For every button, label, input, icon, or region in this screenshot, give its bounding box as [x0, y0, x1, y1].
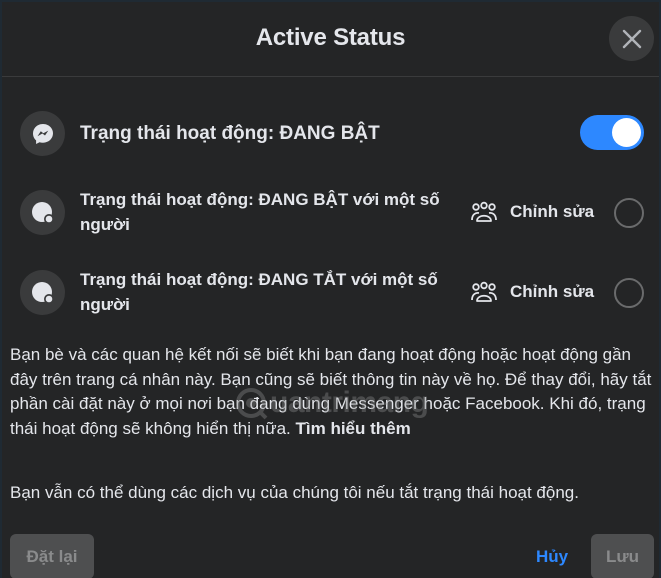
cancel-button[interactable]: Hủy — [527, 534, 577, 578]
radio-on-some-people[interactable] — [614, 198, 644, 228]
edit-label: Chỉnh sửa — [510, 202, 595, 221]
learn-more-link[interactable]: Tìm hiểu thêm — [296, 419, 411, 438]
option-row-active-on: Trạng thái hoạt động: ĐANG BẬT — [2, 106, 659, 161]
description-note: Bạn vẫn có thể dùng các dịch vụ của chún… — [10, 481, 655, 506]
inactive-some-people-icon-wrap — [20, 270, 65, 315]
messenger-icon — [32, 123, 53, 144]
dialog-title: Active Status — [255, 24, 406, 51]
active-some-people-icon — [31, 201, 54, 224]
reset-button[interactable]: Đặt lại — [10, 534, 94, 578]
messenger-icon-wrap — [20, 111, 65, 156]
active-status-dialog: Active Status Trạng thái hoạt động: ĐANG… — [0, 0, 661, 578]
radio-off-some-people[interactable] — [614, 278, 644, 308]
active-status-toggle[interactable] — [580, 115, 644, 150]
edit-label: Chỉnh sửa — [510, 282, 595, 301]
save-button[interactable]: Lưu — [591, 534, 654, 578]
note-text: Bạn vẫn có thể dùng các dịch vụ của chún… — [10, 483, 579, 502]
option-label: Trạng thái hoạt động: ĐANG TẮT với một s… — [80, 270, 438, 314]
inactive-some-people-icon — [31, 281, 54, 304]
people-group-icon — [471, 281, 497, 302]
close-icon — [622, 29, 641, 48]
option-label: Trạng thái hoạt động: ĐANG BẬT với một s… — [80, 190, 440, 234]
dialog-header: Active Status — [2, 2, 659, 77]
active-some-people-icon-wrap — [20, 190, 65, 235]
description-paragraph: Bạn bè và các quan hệ kết nối sẽ biết kh… — [10, 343, 655, 441]
toggle-knob — [612, 118, 641, 147]
edit-some-people-off-link[interactable]: Chỉnh sửa — [470, 281, 594, 303]
option-label: Trạng thái hoạt động: ĐANG BẬT — [80, 123, 380, 144]
close-button[interactable] — [609, 16, 654, 61]
edit-some-people-on-link[interactable]: Chỉnh sửa — [470, 201, 594, 223]
people-group-icon — [471, 201, 497, 222]
